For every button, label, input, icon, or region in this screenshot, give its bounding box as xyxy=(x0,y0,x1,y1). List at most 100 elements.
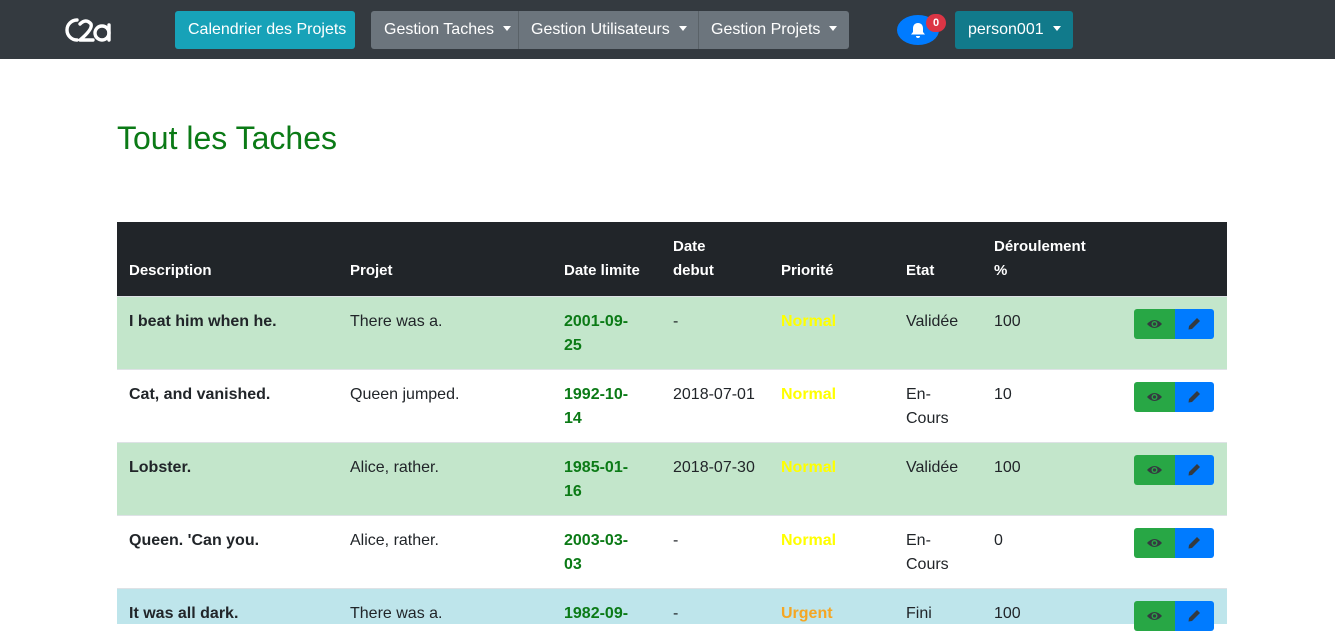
pencil-icon xyxy=(1188,610,1200,622)
c2a-logo[interactable] xyxy=(60,14,112,46)
row-actions xyxy=(1134,528,1214,558)
header-date-debut: Date debut xyxy=(673,235,714,283)
edit-button[interactable] xyxy=(1175,382,1214,412)
cell-etat-part1: En- xyxy=(906,386,931,403)
cell-date-debut: - xyxy=(673,532,679,549)
caret-down-icon xyxy=(503,26,511,31)
pencil-icon xyxy=(1188,391,1200,403)
menu-gestion-taches[interactable]: Gestion Taches xyxy=(371,11,524,49)
header-date-limite: Date limite xyxy=(564,262,640,279)
menu-gestion-projets-label: Gestion Projets xyxy=(711,21,821,38)
cell-date-limite: 2003-03- 03 xyxy=(564,529,644,577)
cell-description: It was all dark. xyxy=(129,605,239,622)
view-button[interactable] xyxy=(1134,382,1175,412)
user-menu-button[interactable]: person001 xyxy=(955,11,1073,49)
table-row: I beat him when he. There was a. 2001-09… xyxy=(117,296,1227,369)
cell-etat-part1: Validée xyxy=(906,459,959,476)
caret-down-icon xyxy=(829,26,838,31)
cell-deroulement: 0 xyxy=(994,532,1003,549)
header-deroulement-line2: % xyxy=(994,262,1008,279)
cell-projet: Queen jumped. xyxy=(350,386,460,403)
cell-date-limite-part1: 2001-09- xyxy=(564,313,629,330)
cell-description: Queen. 'Can you. xyxy=(129,532,260,549)
view-button[interactable] xyxy=(1134,309,1175,339)
cell-projet: There was a. xyxy=(350,605,443,622)
cell-date-limite-part2: 03 xyxy=(564,556,582,573)
cell-date-limite-part1: 1985-01- xyxy=(564,459,629,476)
cell-deroulement: 100 xyxy=(994,313,1021,330)
table-row: Queen. 'Can you. Alice, rather. 2003-03-… xyxy=(117,515,1227,588)
cell-projet: Alice, rather. xyxy=(350,459,439,476)
view-button[interactable] xyxy=(1134,601,1175,631)
cell-etat-part1: En- xyxy=(906,532,931,549)
caret-down-icon xyxy=(1052,26,1061,31)
notification-count-badge: 0 xyxy=(926,14,946,32)
view-button[interactable] xyxy=(1134,528,1175,558)
bell-icon xyxy=(911,23,925,38)
table-header: Description Projet Date limite Date debut… xyxy=(117,222,1227,296)
cell-etat-part1: Fini xyxy=(906,605,932,622)
cell-date-limite: 1985-01- 16 xyxy=(564,456,644,504)
cell-description: Lobster. xyxy=(129,459,192,476)
cell-date-limite-part2: 14 xyxy=(564,410,582,427)
row-actions xyxy=(1134,601,1214,631)
cell-deroulement: 100 xyxy=(994,459,1021,476)
eye-icon xyxy=(1147,612,1162,620)
caret-down-icon xyxy=(678,26,687,31)
header-deroulement: Déroulement% xyxy=(994,235,1086,283)
cell-description: Cat, and vanished. xyxy=(129,386,271,403)
row-actions xyxy=(1134,455,1214,485)
cell-etat: Validée xyxy=(906,456,961,480)
cell-date-limite-part1: 1982-09- xyxy=(564,605,629,622)
cell-description: I beat him when he. xyxy=(129,313,277,330)
eye-icon xyxy=(1147,539,1162,547)
cell-deroulement: 10 xyxy=(994,386,1012,403)
cell-date-debut: 2018-07-30 xyxy=(673,459,755,476)
cell-date-debut: - xyxy=(673,313,679,330)
cell-etat-part1: Validée xyxy=(906,313,959,330)
header-etat: Etat xyxy=(906,262,935,279)
cell-etat: En- Cours xyxy=(906,383,961,431)
edit-button[interactable] xyxy=(1175,455,1214,485)
cell-date-limite: 1992-10- 14 xyxy=(564,383,644,431)
cell-etat: Fini xyxy=(906,602,961,626)
view-button[interactable] xyxy=(1134,455,1175,485)
menu-gestion-projets[interactable]: Gestion Projets xyxy=(698,11,850,49)
header-date-debut-line1: Date xyxy=(673,238,706,255)
cell-priorite: Normal xyxy=(781,532,837,549)
header-description: Description xyxy=(129,262,212,279)
cell-date-limite-part2: 16 xyxy=(564,483,582,500)
cell-priorite: Normal xyxy=(781,459,837,476)
menu-gestion-taches-label: Gestion Taches xyxy=(384,21,494,38)
menu-gestion-utilisateurs[interactable]: Gestion Utilisateurs xyxy=(518,11,700,49)
row-actions xyxy=(1134,309,1214,339)
eye-icon xyxy=(1147,466,1162,474)
edit-button[interactable] xyxy=(1175,528,1214,558)
navbar: Calendrier des Projets Gestion Taches Ge… xyxy=(0,0,1335,59)
cell-priorite: Normal xyxy=(781,386,837,403)
cell-date-debut: 2018-07-01 xyxy=(673,386,755,403)
header-date-debut-line2: debut xyxy=(673,262,714,279)
table-row: Lobster. Alice, rather. 1985-01- 16 2018-… xyxy=(117,442,1227,515)
cell-deroulement: 100 xyxy=(994,605,1021,622)
eye-icon xyxy=(1147,320,1162,328)
pencil-icon xyxy=(1188,318,1200,330)
table-row: Cat, and vanished. Queen jumped. 1992-10… xyxy=(117,369,1227,442)
edit-button[interactable] xyxy=(1175,309,1214,339)
row-actions xyxy=(1134,382,1214,412)
cell-date-limite-part1: 2003-03- xyxy=(564,532,629,549)
cell-priorite: Normal xyxy=(781,313,837,330)
cell-priorite: Urgent xyxy=(781,605,833,622)
calendar-button[interactable]: Calendrier des Projets xyxy=(175,11,355,49)
pencil-icon xyxy=(1188,464,1200,476)
user-menu-label: person001 xyxy=(968,21,1044,38)
cell-date-debut: - xyxy=(673,605,679,622)
edit-button[interactable] xyxy=(1175,601,1214,631)
cell-date-limite-part1: 1992-10- xyxy=(564,386,629,403)
menu-gestion-utilisateurs-label: Gestion Utilisateurs xyxy=(531,21,670,38)
cell-etat-part2: Cours xyxy=(906,410,949,427)
cell-projet: Alice, rather. xyxy=(350,532,439,549)
header-priorite: Priorité xyxy=(781,262,834,279)
page-title: Tout les Taches xyxy=(117,120,337,156)
cell-etat-part2: Cours xyxy=(906,556,949,573)
